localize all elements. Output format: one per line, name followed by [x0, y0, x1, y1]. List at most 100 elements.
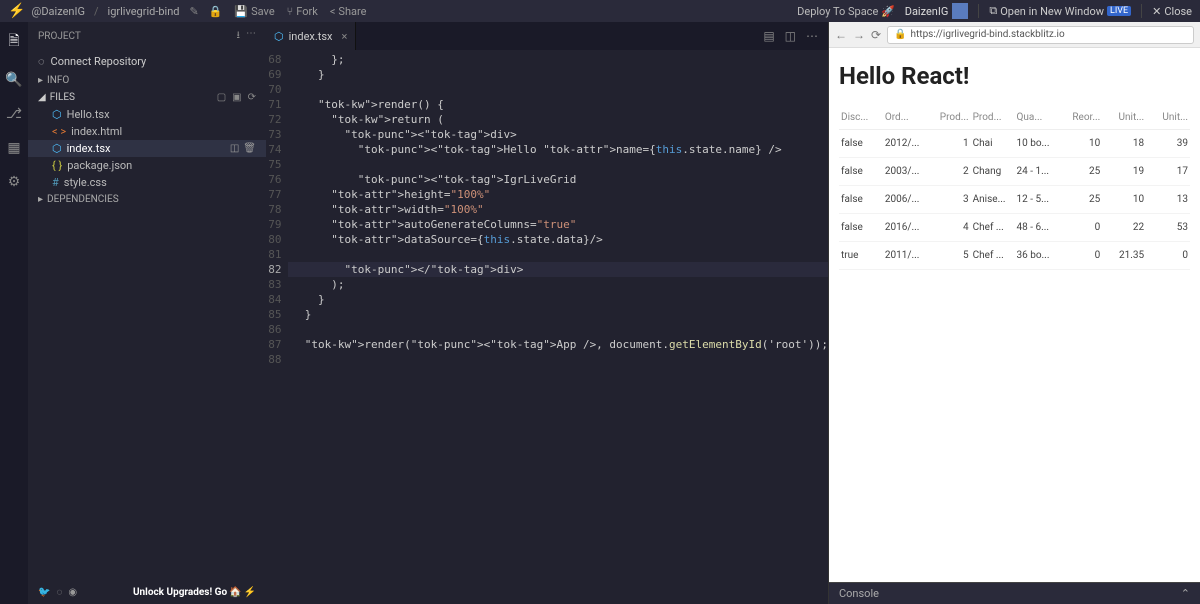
column-header[interactable]: Prod...	[971, 112, 1015, 123]
file-item-Hello-tsx[interactable]: ⬡ Hello.tsx	[28, 106, 266, 123]
column-header[interactable]: Ord...	[883, 112, 927, 123]
divider	[1141, 4, 1142, 18]
file-item-package-json[interactable]: { }package.json	[28, 157, 266, 174]
table-row[interactable]: false2003/...2Chang24 - 1...251917	[839, 158, 1190, 186]
file-item-index-html[interactable]: < >index.html	[28, 123, 266, 140]
search-rail-icon[interactable]: 🔍	[5, 72, 22, 88]
social-links: 🐦 ◌ ◉	[38, 587, 77, 598]
cell: false	[839, 138, 883, 149]
save-button[interactable]: 💾 Save	[234, 5, 274, 18]
json-icon: { }	[52, 159, 62, 172]
column-header[interactable]: Unit...	[1146, 112, 1190, 123]
ext-rail-icon[interactable]: ▦	[7, 140, 20, 156]
reload-icon[interactable]: ⟳	[871, 28, 881, 42]
deps-section[interactable]: ▸ DEPENDENCIES	[28, 191, 266, 208]
cell: 25	[1058, 194, 1102, 205]
chevron-up-icon[interactable]: ⌃	[1181, 587, 1190, 600]
new-file-icon[interactable]: ▢	[217, 92, 226, 103]
cell: 18	[1102, 138, 1146, 149]
table-row[interactable]: false2012/...1Chai10 bo...101839	[839, 130, 1190, 158]
cell: 2006/...	[883, 194, 927, 205]
table-row[interactable]: false2016/...4Chef ...48 - 6...02253	[839, 214, 1190, 242]
cell: 13	[1146, 194, 1190, 205]
file-label: Hello.tsx	[67, 108, 110, 121]
edit-icon[interactable]: ✎	[190, 5, 199, 18]
cell: false	[839, 194, 883, 205]
page-title: Hello React!	[839, 62, 1190, 90]
cell: 25	[1058, 166, 1102, 177]
deploy-button[interactable]: Deploy To Space 🚀	[797, 5, 895, 18]
react-icon: ⬡	[52, 108, 62, 121]
split-icon[interactable]: ▤	[763, 29, 774, 43]
divider	[978, 4, 979, 18]
code-content[interactable]: }; } "tok-kw">render() { "tok-kw">return…	[288, 50, 828, 604]
console-bar[interactable]: Console ⌃	[829, 582, 1200, 604]
cell: 21.35	[1102, 250, 1146, 261]
download-icon[interactable]: ⭳	[237, 28, 241, 45]
upgrade-link[interactable]: Unlock Upgrades! Go 🏠⚡	[133, 587, 256, 598]
live-badge: LIVE	[1107, 6, 1131, 16]
tab-label: index.tsx	[289, 30, 333, 43]
lock-icon: 🔒	[894, 29, 906, 40]
line-gutter: 6869707172737475767778798081828384858687…	[266, 50, 288, 604]
github-icon[interactable]: ◌	[56, 587, 62, 598]
column-header[interactable]: Unit...	[1102, 112, 1146, 123]
forward-icon[interactable]: →	[853, 28, 865, 42]
code-editor[interactable]: 6869707172737475767778798081828384858687…	[266, 50, 828, 604]
more-icon[interactable]: ⋯	[806, 29, 818, 43]
discord-icon[interactable]: ◉	[68, 587, 77, 598]
close-button[interactable]: ✕ Close	[1152, 5, 1192, 18]
settings-rail-icon[interactable]: ⚙	[8, 174, 21, 190]
cell: 19	[1102, 166, 1146, 177]
cell: 2012/...	[883, 138, 927, 149]
open-new-window-button[interactable]: ⧉ Open in New Window LIVE	[989, 4, 1131, 18]
table-row[interactable]: true2011/...5Chef ...36 bo...021.350	[839, 242, 1190, 270]
more-icon[interactable]: ⋯	[246, 28, 256, 45]
lock-icon[interactable]: 🔒	[209, 5, 223, 18]
file-item-index-tsx[interactable]: ⬡index.tsx◫🗑	[28, 140, 266, 157]
sidebar: PROJECT ⭳⋯ ◌Connect Repository ▸ INFO ◢ …	[28, 22, 266, 604]
new-folder-icon[interactable]: ▣	[232, 92, 241, 103]
tab-index-tsx[interactable]: ⬡ index.tsx ×	[266, 22, 356, 50]
files-rail-icon[interactable]: 🗎	[8, 30, 19, 54]
back-icon[interactable]: ←	[835, 28, 847, 42]
project-crumb[interactable]: igrlivegrid-bind	[108, 5, 180, 18]
file-item-style-css[interactable]: #style.css	[28, 174, 266, 191]
column-header[interactable]: Reor...	[1058, 112, 1102, 123]
split-icon[interactable]: ◫	[230, 143, 239, 154]
column-header[interactable]: Disc...	[839, 112, 883, 123]
layout-icon[interactable]: ◫	[785, 29, 796, 43]
twitter-icon[interactable]: 🐦	[38, 587, 50, 598]
source-rail-icon[interactable]: ⎇	[6, 106, 22, 122]
table-row[interactable]: false2006/...3Anise...12 - 5...251013	[839, 186, 1190, 214]
main-area: 🗎 🔍 ⎇ ▦ ⚙ PROJECT ⭳⋯ ◌Connect Repository…	[0, 22, 1200, 604]
cell: 3	[927, 194, 971, 205]
fork-button[interactable]: ⑂ Fork	[287, 5, 318, 18]
files-section[interactable]: ◢ FILES ▢▣⟳	[28, 89, 266, 106]
url-text: https://igrlivegrid-bind.stackblitz.io	[911, 29, 1065, 40]
share-label: Share	[338, 5, 366, 18]
save-label: Save	[251, 5, 275, 18]
cell: 10 bo...	[1015, 138, 1059, 149]
user-badge[interactable]: DaizenIG	[905, 3, 969, 19]
cell: 0	[1146, 250, 1190, 261]
activity-rail: 🗎 🔍 ⎇ ▦ ⚙	[0, 22, 28, 604]
info-section[interactable]: ▸ INFO	[28, 72, 266, 89]
close-icon[interactable]: ×	[342, 30, 348, 43]
username: DaizenIG	[905, 5, 949, 18]
column-header[interactable]: Qua...	[1015, 112, 1059, 123]
connect-repo[interactable]: ◌Connect Repository	[28, 51, 266, 72]
top-right: Deploy To Space 🚀 DaizenIG ⧉ Open in New…	[797, 3, 1192, 19]
delete-icon[interactable]: 🗑	[243, 143, 256, 154]
cell: Anise...	[971, 194, 1015, 205]
info-label: INFO	[47, 75, 69, 86]
share-button[interactable]: < Share	[330, 5, 367, 18]
cell: 4	[927, 222, 971, 233]
refresh-icon[interactable]: ⟳	[248, 92, 256, 103]
user-crumb[interactable]: @DaizenIG	[31, 5, 85, 18]
cell: 22	[1102, 222, 1146, 233]
cell: 0	[1058, 222, 1102, 233]
sidebar-header: PROJECT ⭳⋯	[28, 22, 266, 51]
url-bar[interactable]: 🔒 https://igrlivegrid-bind.stackblitz.io	[887, 26, 1194, 44]
column-header[interactable]: Prod...	[927, 112, 971, 123]
